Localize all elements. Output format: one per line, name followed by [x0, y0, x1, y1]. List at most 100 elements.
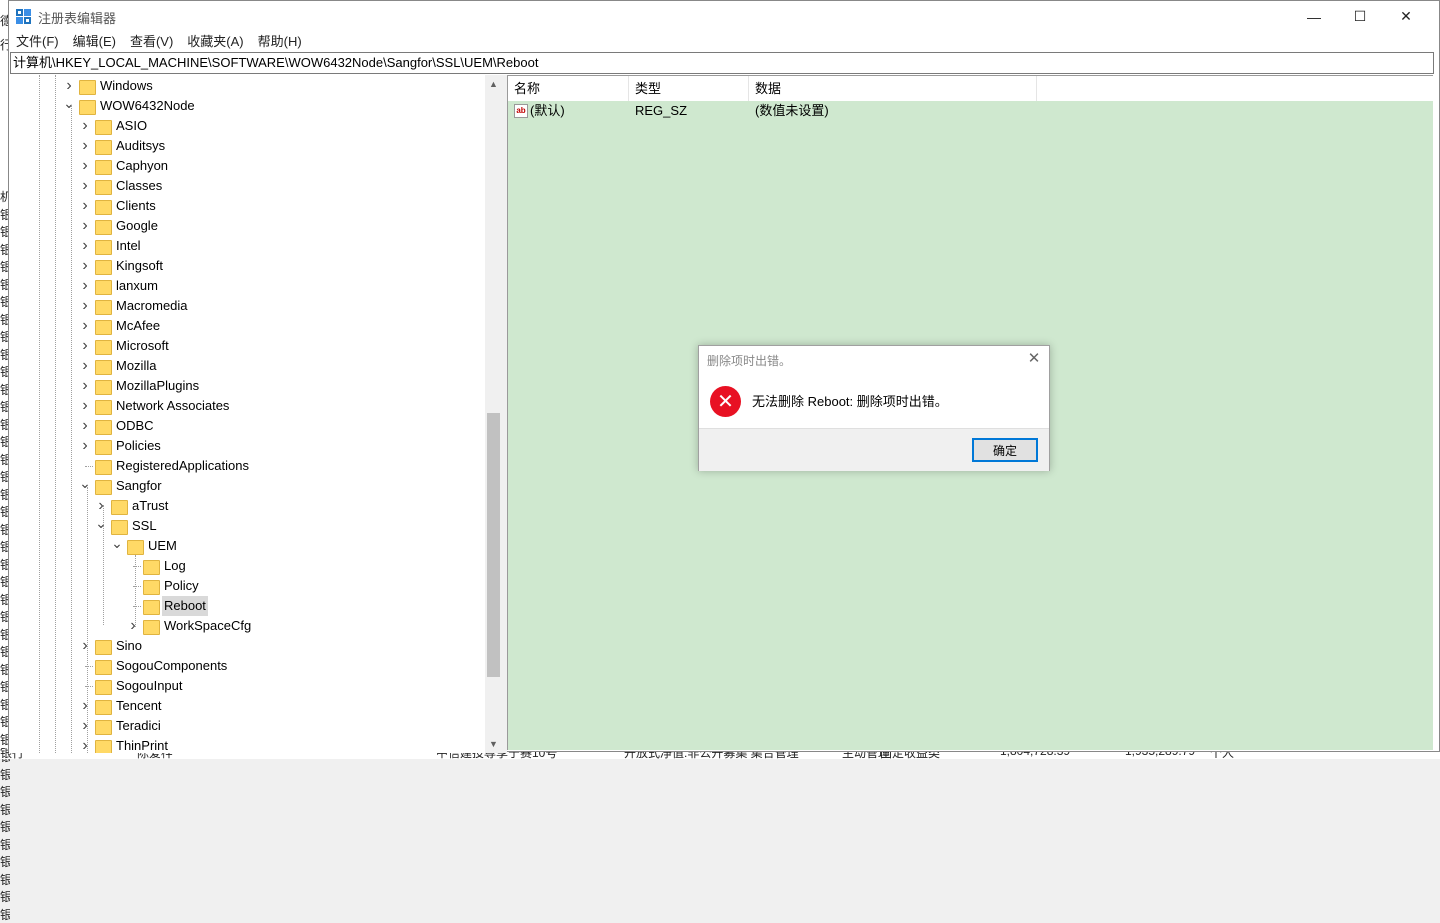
chevron-right-icon[interactable]: › [79, 196, 91, 216]
tree-node[interactable]: ⌄ UEM [111, 533, 179, 556]
column-name[interactable]: 名称 [508, 76, 629, 101]
tree-node[interactable]: › Classes [79, 176, 164, 196]
chevron-right-icon[interactable]: › [79, 256, 91, 276]
background-cell: 银 [0, 820, 10, 834]
chevron-right-icon[interactable]: › [79, 716, 91, 736]
tree-node[interactable]: › Caphyon [79, 156, 170, 176]
tree-node-label: ODBC [116, 418, 154, 433]
chevron-right-icon[interactable]: › [79, 376, 91, 396]
tree-node[interactable]: ⌄ WOW6432Node [63, 93, 197, 116]
chevron-right-icon[interactable]: › [79, 276, 91, 296]
tree-node-label: lanxum [116, 278, 158, 293]
close-button[interactable]: ✕ [1383, 1, 1429, 32]
chevron-right-icon[interactable]: › [79, 396, 91, 416]
tree-node[interactable]: › ODBC [79, 416, 156, 436]
folder-icon [95, 219, 112, 235]
folder-icon [95, 679, 112, 695]
chevron-right-icon[interactable]: › [79, 636, 91, 656]
chevron-down-icon[interactable]: ⌄ [111, 533, 123, 553]
folder-icon [95, 639, 112, 655]
folder-icon [95, 439, 112, 455]
tree-node[interactable]: › Google [79, 216, 160, 236]
scroll-thumb[interactable] [487, 413, 500, 677]
tree-node[interactable]: › McAfee [79, 316, 162, 336]
tree-node[interactable]: › Policies [79, 436, 163, 456]
tree-guide-line [55, 75, 56, 753]
tree-node-label: MozillaPlugins [116, 378, 200, 393]
tree-node[interactable]: › Windows [63, 76, 155, 96]
tree-node[interactable]: SogouInput [79, 676, 185, 696]
tree-node[interactable]: › Sino [79, 636, 144, 656]
minimize-button[interactable]: — [1291, 1, 1337, 32]
tree-node-label: Clients [116, 198, 156, 213]
tree-node[interactable]: › Microsoft [79, 336, 171, 356]
folder-icon [95, 179, 112, 195]
chevron-down-icon[interactable]: ⌄ [63, 93, 75, 113]
chevron-right-icon[interactable]: › [79, 336, 91, 356]
chevron-right-icon[interactable]: › [79, 736, 91, 753]
tree-node[interactable]: › Network Associates [79, 396, 231, 416]
folder-icon [95, 279, 112, 295]
tree-node-label: Microsoft [116, 338, 169, 353]
chevron-right-icon[interactable]: › [79, 156, 91, 176]
tree-node-label: Auditsys [116, 138, 166, 153]
tree-node[interactable]: › Kingsoft [79, 256, 165, 276]
value-name: (默认) [530, 103, 565, 118]
menu-help[interactable]: 帮助(H) [251, 32, 309, 52]
column-type[interactable]: 类型 [629, 76, 749, 101]
chevron-right-icon[interactable]: › [79, 356, 91, 376]
menu-edit[interactable]: 编辑(E) [66, 32, 123, 52]
menu-favorites[interactable]: 收藏夹(A) [180, 32, 250, 52]
tree-node[interactable]: ⌄ SSL [95, 513, 159, 536]
dialog-close-button[interactable]: ✕ [1025, 349, 1043, 367]
menu-file[interactable]: 文件(F) [9, 32, 66, 52]
value-name-cell: ab (默认) [508, 101, 629, 121]
folder-icon [95, 739, 112, 753]
chevron-right-icon[interactable]: › [79, 216, 91, 236]
chevron-right-icon[interactable]: › [79, 296, 91, 316]
key-tree: › Windows ⌄ WOW6432Node › ASIO › Auditsys › Caphy… [9, 75, 502, 753]
folder-icon [95, 299, 112, 315]
value-row[interactable]: ab (默认) REG_SZ (数值未设置) [508, 101, 1037, 121]
menu-view[interactable]: 查看(V) [123, 32, 180, 52]
chevron-right-icon[interactable]: › [79, 116, 91, 136]
chevron-right-icon[interactable]: › [79, 236, 91, 256]
tree-node-label: ASIO [116, 118, 148, 133]
ok-button[interactable]: 确定 [972, 438, 1038, 462]
tree-node[interactable]: › WorkSpaceCfg [127, 616, 253, 636]
chevron-down-icon[interactable]: ⌄ [95, 513, 107, 533]
tree-scrollbar[interactable]: ▲ ▼ [485, 75, 502, 753]
tree-node-label: Teradici [116, 718, 161, 733]
tree-node[interactable]: › ASIO [79, 116, 149, 136]
chevron-right-icon[interactable]: › [79, 696, 91, 716]
chevron-right-icon[interactable]: › [79, 416, 91, 436]
maximize-button[interactable]: ☐ [1337, 1, 1383, 32]
tree-node[interactable]: › Macromedia [79, 296, 190, 316]
tree-node[interactable]: › ThinPrint [79, 736, 170, 753]
tree-node[interactable]: › MozillaPlugins [79, 376, 201, 396]
tree-node[interactable]: › lanxum [79, 276, 160, 296]
tree-node[interactable]: RegisteredApplications [79, 456, 251, 476]
address-bar[interactable]: 计算机\HKEY_LOCAL_MACHINE\SOFTWARE\WOW6432N… [10, 52, 1434, 74]
scroll-up-icon[interactable]: ▲ [485, 75, 502, 92]
tree-node[interactable]: SogouComponents [79, 656, 229, 676]
string-value-icon: ab [514, 104, 528, 118]
chevron-right-icon[interactable]: › [127, 616, 139, 636]
tree-node[interactable]: ⌄ Sangfor [79, 473, 164, 496]
scroll-down-icon[interactable]: ▼ [485, 735, 502, 752]
tree-node[interactable]: › Mozilla [79, 356, 158, 376]
chevron-right-icon[interactable]: › [79, 436, 91, 456]
tree-node[interactable]: › Intel [79, 236, 143, 256]
chevron-down-icon[interactable]: ⌄ [79, 473, 91, 493]
title-bar[interactable]: 注册表编辑器 — ☐ ✕ [9, 1, 1439, 32]
column-data[interactable]: 数据 [749, 76, 1037, 101]
tree-node-label: Tencent [116, 698, 162, 713]
tree-node[interactable]: › Teradici [79, 716, 163, 736]
folder-icon [95, 359, 112, 375]
tree-node[interactable]: › Tencent [79, 696, 164, 716]
tree-node[interactable]: › Auditsys [79, 136, 167, 156]
tree-node[interactable]: › Clients [79, 196, 158, 216]
chevron-right-icon[interactable]: › [79, 316, 91, 336]
chevron-right-icon[interactable]: › [79, 136, 91, 156]
chevron-right-icon[interactable]: › [79, 176, 91, 196]
